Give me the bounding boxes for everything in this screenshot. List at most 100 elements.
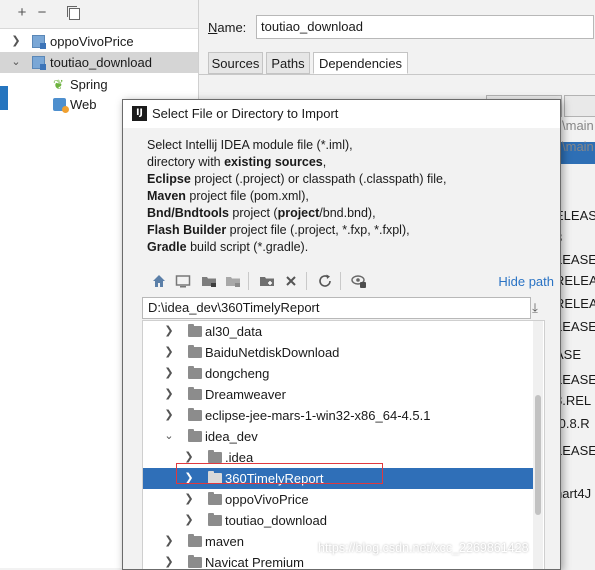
home-icon[interactable] (151, 273, 167, 289)
description-text: directory with (147, 155, 225, 169)
background-text-fragment: 3 (555, 230, 595, 245)
delete-icon[interactable] (283, 273, 299, 289)
description-text: existing sources (224, 155, 323, 169)
folder-row[interactable]: ❯ eclipse-jee-mars-1-win32-x86_64-4.5.1 (143, 405, 533, 426)
desktop-icon[interactable] (175, 273, 191, 289)
show-hidden-icon[interactable] (351, 273, 367, 289)
folder-icon (188, 429, 202, 442)
tab-dependencies[interactable]: Dependencies (313, 52, 408, 74)
folder-row[interactable]: ❯ toutiao_download (143, 510, 533, 531)
scroll-thumb[interactable] (535, 395, 541, 515)
dialog-titlebar[interactable]: IJ Select File or Directory to Import (123, 100, 560, 128)
project-folder-icon[interactable] (201, 273, 217, 289)
module-item-toutiao-download[interactable]: ⌄ toutiao_download (0, 52, 198, 73)
dialog-description: Select Intellij IDEA module file (*.iml)… (147, 137, 446, 256)
chevron-right-icon[interactable]: ❯ (183, 510, 195, 531)
chevron-right-icon[interactable]: ❯ (163, 531, 175, 552)
description-line: directory with existing sources, (147, 154, 446, 171)
background-text-fragment: 8.REL (555, 393, 592, 408)
background-text-fragment: RELEA (555, 296, 595, 311)
folder-icon (208, 450, 222, 463)
description-text: project (277, 206, 320, 220)
facet-label: Web (70, 97, 97, 112)
module-label: toutiao_download (50, 55, 152, 70)
background-button[interactable] (564, 95, 595, 117)
folder-row[interactable]: ❯ Dreamweaver (143, 384, 533, 405)
add-icon[interactable]: + (15, 5, 29, 20)
module-item-oppovivoprice[interactable]: ❯ oppoVivoPrice (0, 31, 198, 52)
path-input[interactable]: D:\idea_dev\360TimelyReport (142, 297, 531, 319)
remove-icon[interactable]: − (35, 5, 49, 20)
folder-row[interactable]: ❯ dongcheng (143, 363, 533, 384)
description-text: project ( (228, 206, 278, 220)
description-text: Gradle (147, 240, 187, 254)
chevron-right-icon[interactable]: ❯ (163, 405, 175, 426)
folder-icon (188, 534, 202, 547)
dialog-title: Select File or Directory to Import (152, 106, 339, 121)
toolbar-separator (248, 272, 249, 290)
folder-row[interactable]: ❯ BaiduNetdiskDownload (143, 342, 533, 363)
chevron-right-icon[interactable]: ❯ (163, 363, 175, 384)
folder-name: maven (205, 534, 245, 549)
refresh-icon[interactable] (317, 273, 333, 289)
selection-marker (0, 86, 8, 110)
background-text-fragment: LEASE (555, 372, 595, 387)
description-text: project file (.project, *.fxp, *.fxpl), (226, 223, 410, 237)
modules-toolbar: + − (0, 0, 198, 29)
chevron-right-icon[interactable]: ❯ (163, 552, 175, 569)
watermark: https://blog.csdn.net/xcc_2269861428 (318, 541, 529, 555)
file-tree[interactable]: ❯ al30_data ❯ BaiduNetdiskDownload ❯ dongchen… (142, 320, 545, 569)
module-name-field[interactable]: toutiao_download (256, 15, 594, 39)
folder-icon (208, 513, 222, 526)
folder-icon (188, 408, 202, 421)
copy-icon[interactable] (67, 6, 81, 20)
tree-scrollbar[interactable] (533, 321, 543, 569)
folder-name: oppoVivoPrice (225, 492, 309, 507)
description-text: build script (*.gradle). (186, 240, 309, 254)
facet-item-spring[interactable]: ❦ Spring (0, 74, 198, 95)
description-text: Eclipse (147, 172, 191, 186)
background-text-fragment: ASE (555, 347, 582, 362)
toolbar-separator (306, 272, 307, 290)
spring-leaf-icon: ❦ (53, 77, 64, 92)
folder-row[interactable]: ❯ oppoVivoPrice (143, 489, 533, 510)
folder-name: al30_data (205, 324, 263, 339)
folder-name: dongcheng (205, 366, 270, 381)
chevron-down-icon[interactable]: ⌄ (163, 426, 175, 447)
web-facet-icon (53, 98, 69, 113)
folder-icon (188, 387, 202, 400)
folder-row[interactable]: ⌄ idea_dev (143, 426, 533, 447)
description-line: Flash Builder project file (.project, *.… (147, 222, 446, 239)
selection-highlight-box (176, 463, 383, 484)
background-text-fragment: \main (562, 139, 594, 154)
description-text: project (.project) or classpath (.classp… (190, 172, 447, 186)
name-label: Name: (208, 20, 247, 35)
chevron-right-icon[interactable]: ❯ (10, 31, 22, 52)
tab-paths[interactable]: Paths (266, 52, 310, 74)
description-text: Bnd/Bndtools (147, 206, 229, 220)
description-line: Bnd/Bndtools project (project/bnd.bnd), (147, 205, 446, 222)
chevron-right-icon[interactable]: ❯ (183, 489, 195, 510)
background-text-fragment: .0.8.R (555, 416, 590, 431)
folder-icon (188, 366, 202, 379)
folder-icon (208, 492, 222, 505)
chevron-right-icon[interactable]: ❯ (163, 321, 175, 342)
new-folder-icon[interactable] (259, 273, 275, 289)
module-icon (32, 56, 46, 70)
description-text: Maven (147, 189, 186, 203)
hide-path-link[interactable]: Hide path (498, 274, 554, 289)
background-text-fragment: RELEA (555, 273, 595, 288)
background-text-fragment: ELEASE (555, 208, 595, 223)
folder-row[interactable]: ❯ al30_data (143, 321, 533, 342)
description-text: Select Intellij IDEA module file (*.iml)… (147, 138, 353, 152)
description-text: , (322, 155, 327, 169)
facet-label: Spring (70, 77, 108, 92)
chevron-down-icon[interactable]: ⌄ (10, 52, 22, 73)
download-icon[interactable]: ⤓ (527, 300, 543, 316)
chevron-right-icon[interactable]: ❯ (163, 342, 175, 363)
chevron-right-icon[interactable]: ❯ (163, 384, 175, 405)
tab-sources[interactable]: Sources (208, 52, 263, 74)
intellij-logo-icon: IJ (132, 106, 147, 121)
module-folder-icon[interactable] (225, 273, 241, 289)
folder-icon (188, 555, 202, 568)
